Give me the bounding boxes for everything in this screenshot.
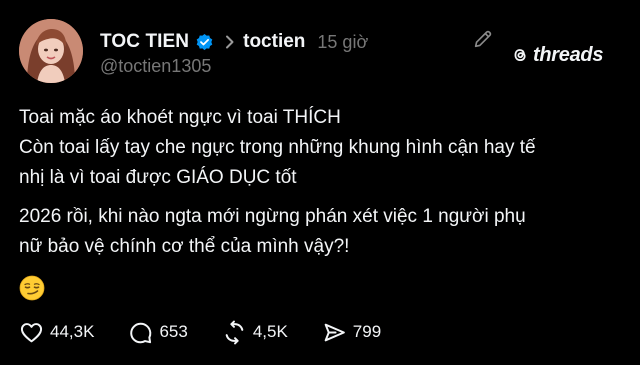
post-text: Toai mặc áo khoét ngực vì toai THÍCH Còn… bbox=[19, 103, 619, 262]
post-text-line: nhị là vì toai được GIÁO DỤC tốt bbox=[19, 167, 297, 188]
post-text-line: 2026 rồi, khi nào ngta mới ngừng phán xé… bbox=[19, 206, 526, 227]
smirking-face-emoji-icon bbox=[19, 275, 45, 301]
threads-wordmark: threads bbox=[533, 43, 604, 66]
reply-count: 653 bbox=[159, 322, 188, 341]
repost-button[interactable]: 4,5K bbox=[222, 320, 288, 345]
share-count: 799 bbox=[352, 322, 382, 341]
comment-bubble-icon bbox=[130, 322, 152, 343]
post-text-line: Còn toai lấy tay che ngực trong những kh… bbox=[19, 137, 536, 158]
reply-button[interactable]: 653 bbox=[128, 320, 188, 345]
repost-icon bbox=[225, 320, 244, 344]
display-name[interactable]: TOC TIEN bbox=[100, 31, 189, 53]
chevron-right-icon bbox=[225, 35, 235, 49]
like-count: 44,3K bbox=[50, 322, 95, 341]
user-handle: @toctien1305 bbox=[100, 56, 212, 76]
threads-post-card: TOC TIEN toctien 15 giờ @toctien1305 thr… bbox=[0, 0, 640, 365]
send-paper-plane-icon bbox=[324, 323, 345, 341]
post-header: TOC TIEN toctien 15 giờ bbox=[100, 30, 368, 54]
threads-at-icon bbox=[514, 49, 526, 62]
post-actions: 44,3K 653 4,5K 799 bbox=[19, 318, 415, 346]
edit-pencil-icon[interactable] bbox=[472, 28, 494, 50]
threads-logo: threads bbox=[510, 44, 603, 66]
avatar[interactable] bbox=[19, 19, 83, 83]
username-link[interactable]: toctien bbox=[243, 31, 305, 53]
post-text-line: nữ bảo vệ chính cơ thể của mình vậy?! bbox=[19, 236, 350, 257]
heart-icon bbox=[20, 322, 43, 342]
share-button[interactable]: 799 bbox=[322, 320, 381, 345]
post-text-line: Toai mặc áo khoét ngực vì toai THÍCH bbox=[19, 107, 341, 128]
post-timestamp: 15 giờ bbox=[317, 31, 369, 52]
repost-count: 4,5K bbox=[252, 322, 288, 341]
verified-badge-icon bbox=[195, 33, 214, 52]
like-button[interactable]: 44,3K bbox=[19, 320, 94, 345]
